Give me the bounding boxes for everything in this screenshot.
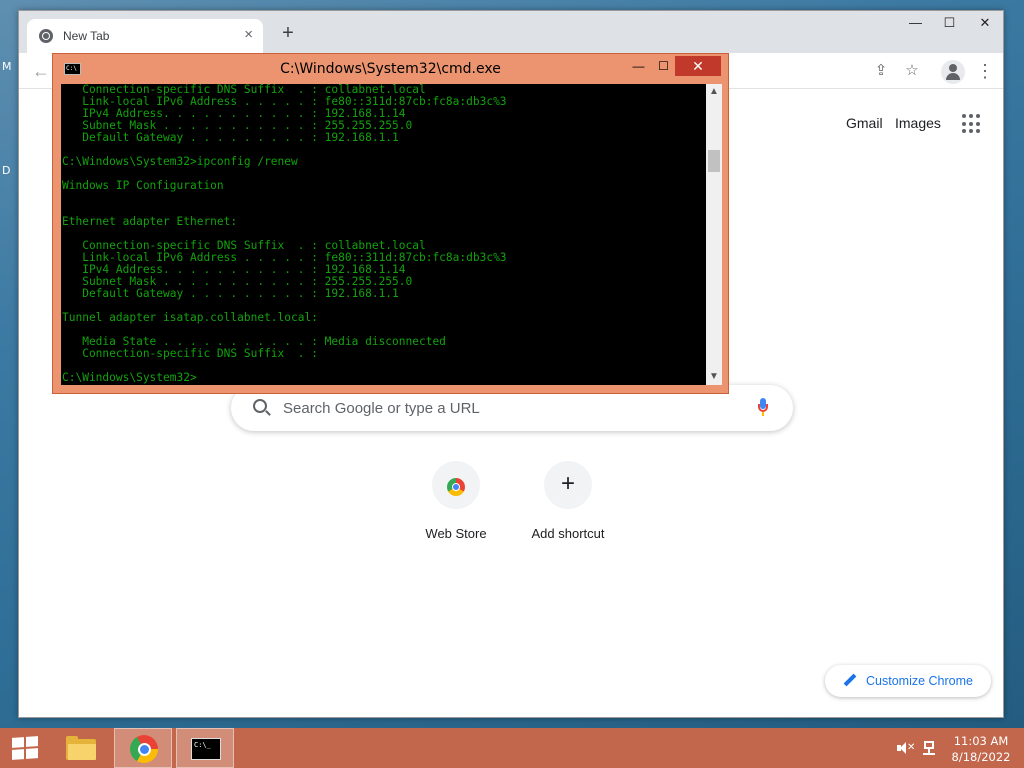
chrome-icon	[130, 735, 158, 763]
minimize-button[interactable]: —	[899, 11, 932, 35]
cmd-minimize-button[interactable]: —	[625, 56, 652, 76]
chrome-favicon-icon	[39, 29, 53, 43]
bookmark-star-icon[interactable]: ☆	[902, 61, 922, 81]
cmd-console[interactable]: Connection-specific DNS Suffix . : colla…	[61, 84, 706, 385]
shortcut-tile: +	[544, 461, 592, 509]
customize-chrome-button[interactable]: Customize Chrome	[825, 665, 991, 697]
cmd-line: C:\Windows\System32>ipconfig /renew	[62, 155, 298, 168]
cmd-title-bar[interactable]: C:\Windows\System32\cmd.exe — ☐ ✕	[53, 54, 728, 84]
images-link[interactable]: Images	[895, 115, 941, 131]
new-tab-button[interactable]: +	[277, 23, 299, 45]
gmail-link[interactable]: Gmail	[846, 115, 883, 131]
network-icon[interactable]	[922, 740, 938, 756]
volume-muted-icon[interactable]: ✕	[897, 741, 915, 755]
taskbar-chrome[interactable]	[114, 728, 172, 768]
cmd-line: Connection-specific DNS Suffix . :	[62, 347, 318, 360]
tab-strip: New Tab × + — ☐ ✕	[19, 11, 1003, 53]
shortcut-label: Web Store	[425, 526, 487, 541]
profile-avatar-icon[interactable]	[941, 60, 965, 84]
windows-logo-icon	[12, 736, 38, 760]
folder-icon	[66, 736, 96, 760]
tab-title: New Tab	[63, 29, 110, 43]
cmd-line	[62, 192, 706, 204]
cmd-line: C:\Windows\System32>	[62, 371, 197, 384]
scroll-up-icon[interactable]: ▲	[706, 84, 722, 100]
web-store-icon	[447, 478, 465, 496]
scroll-down-icon[interactable]: ▼	[706, 369, 722, 385]
search-input[interactable]	[283, 395, 723, 421]
tab-new-tab[interactable]: New Tab ×	[27, 19, 263, 53]
cmd-line: Default Gateway . . . . . . . . . : 192.…	[62, 287, 399, 300]
pencil-icon	[843, 674, 857, 688]
shortcut-tile	[432, 461, 480, 509]
plus-icon: +	[560, 470, 575, 497]
cmd-close-button[interactable]: ✕	[675, 56, 721, 76]
microphone-icon[interactable]	[758, 398, 768, 416]
cmd-line: Tunnel adapter isatap.collabnet.local:	[62, 311, 318, 324]
search-icon	[253, 399, 267, 413]
cmd-scrollbar[interactable]: ▲ ▼	[706, 84, 722, 385]
desktop-icon-label[interactable]: D	[2, 164, 10, 177]
google-apps-icon[interactable]	[962, 114, 982, 134]
cmd-line: Windows IP Configuration	[62, 179, 224, 192]
back-button[interactable]: ←	[29, 59, 53, 83]
customize-chrome-label: Customize Chrome	[866, 674, 973, 688]
desktop-icon-label[interactable]: M	[2, 60, 12, 73]
scroll-thumb[interactable]	[708, 150, 720, 172]
cmd-line: Default Gateway . . . . . . . . . : 192.…	[62, 131, 399, 144]
cmd-line: Ethernet adapter Ethernet:	[62, 215, 238, 228]
cmd-maximize-button[interactable]: ☐	[650, 56, 677, 76]
share-icon[interactable]: ⇪	[871, 61, 891, 81]
clock-date: 8/18/2022	[951, 750, 1011, 764]
taskbar-cmd[interactable]	[176, 728, 234, 768]
taskbar: ✕ 11:03 AM 8/18/2022	[0, 728, 1024, 768]
maximize-button[interactable]: ☐	[933, 11, 966, 35]
shortcut-web-store[interactable]: Web Store	[401, 461, 511, 541]
chrome-menu-icon[interactable]: ⋮	[975, 61, 995, 81]
close-button[interactable]: ✕	[967, 11, 1003, 35]
cmd-output: Connection-specific DNS Suffix . : colla…	[61, 84, 706, 384]
clock-time: 11:03 AM	[953, 734, 1009, 748]
taskbar-file-explorer[interactable]	[51, 728, 109, 768]
shortcut-label: Add shortcut	[531, 526, 605, 541]
taskbar-clock[interactable]: 11:03 AM 8/18/2022	[948, 733, 1014, 765]
shortcut-add[interactable]: + Add shortcut	[513, 461, 623, 541]
start-button[interactable]	[0, 728, 48, 768]
cmd-window: C:\Windows\System32\cmd.exe — ☐ ✕ Connec…	[52, 53, 729, 394]
tab-close-icon[interactable]: ×	[244, 26, 253, 44]
cmd-icon	[191, 738, 221, 760]
